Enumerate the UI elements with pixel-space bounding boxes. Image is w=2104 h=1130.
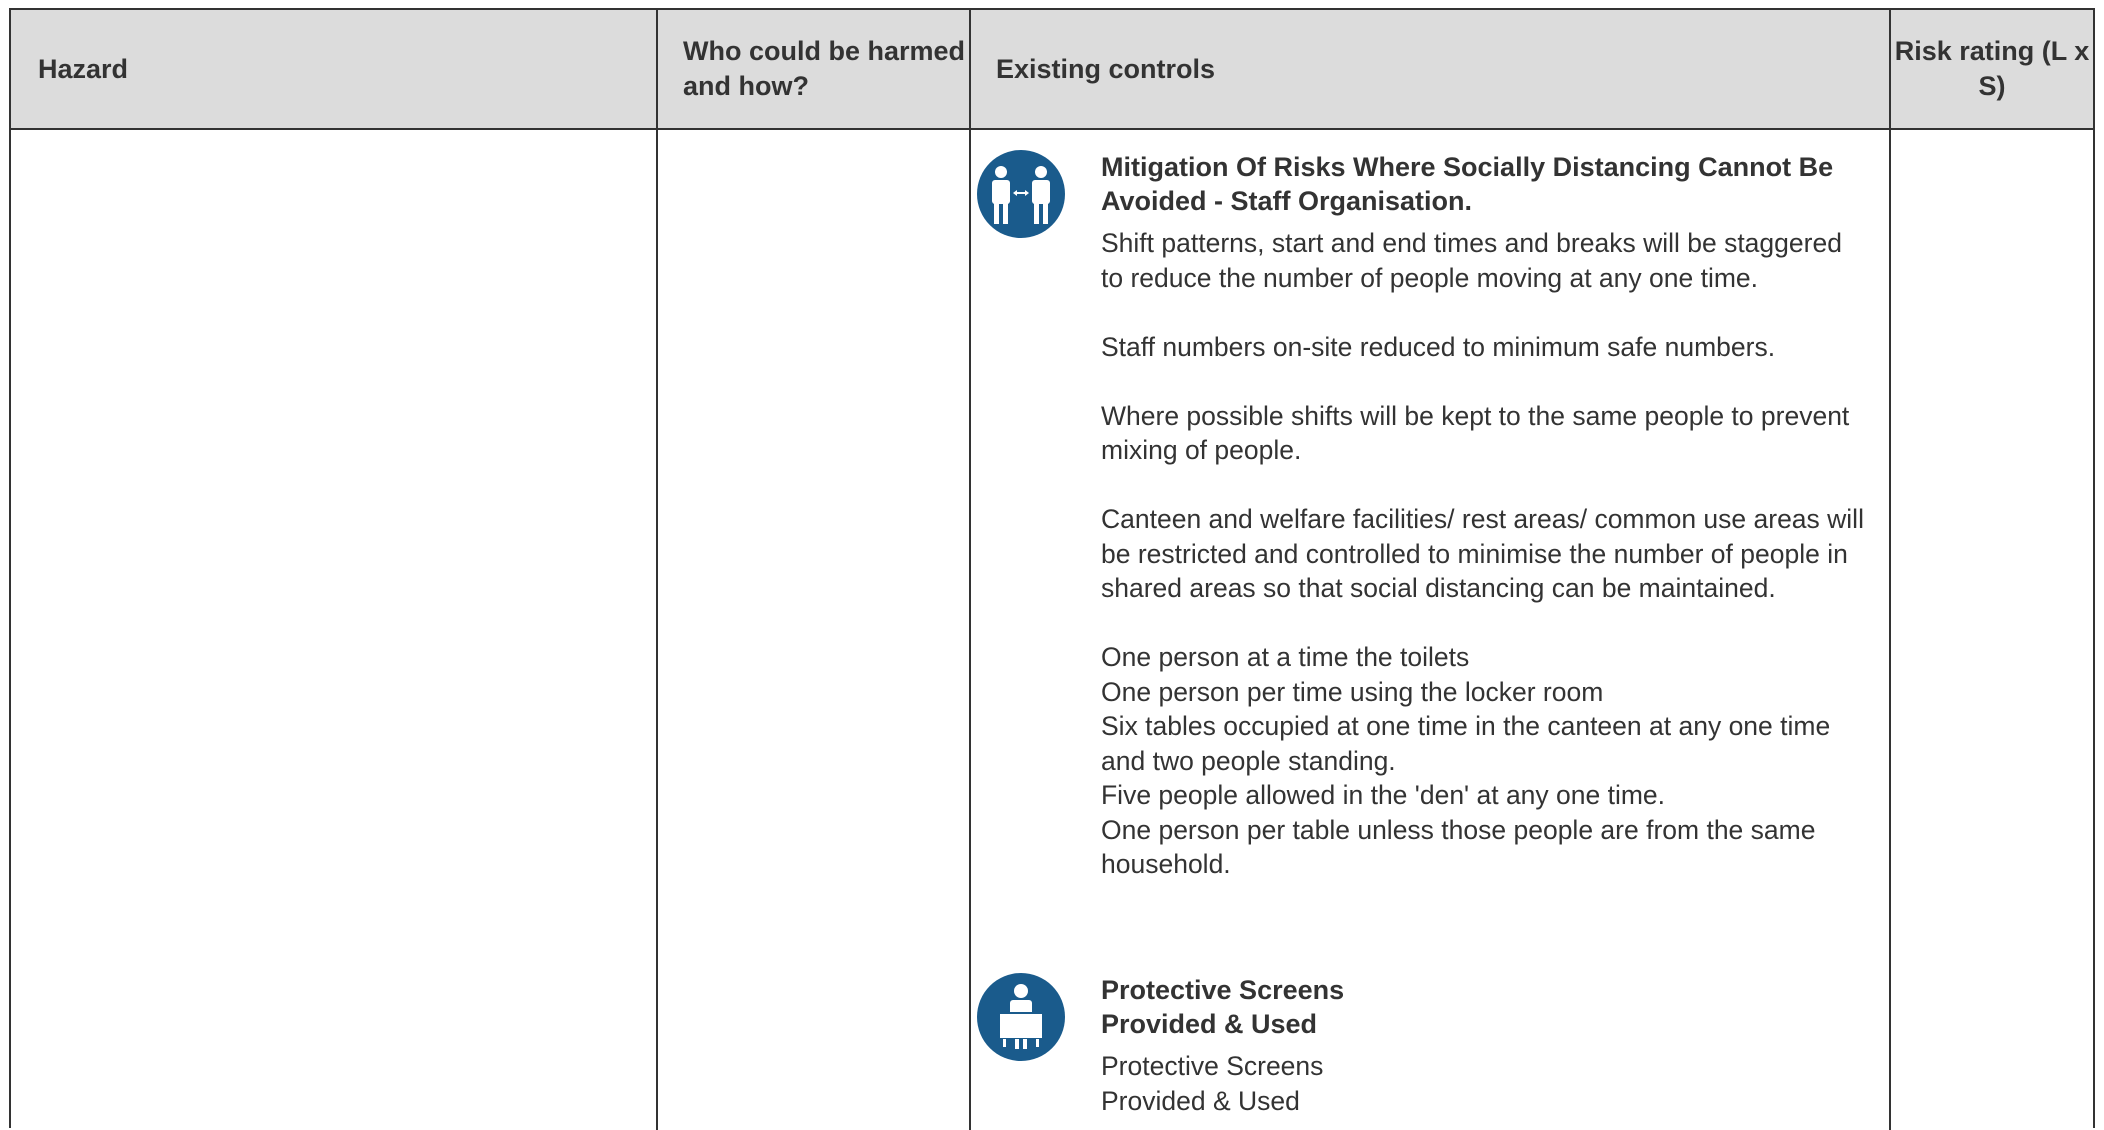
control-title-line: Provided & Used [1101, 1009, 1318, 1039]
control-line: Provided & Used [1101, 1085, 1300, 1116]
control-line: Six tables occupied at one time in the c… [1101, 711, 1831, 776]
control-paragraph: Staff numbers on-site reduced to minimum… [1101, 331, 1776, 362]
control-paragraph: Shift patterns, start and end times and … [1101, 228, 1842, 293]
control-text: Protective Screens Provided & Used Prote… [1101, 973, 1871, 1118]
control-title: Protective Screens Provided & Used [1101, 973, 1871, 1041]
control-line: One person at a time the toilets [1101, 642, 1470, 672]
column-divider [656, 10, 658, 1130]
column-divider [1889, 10, 1891, 1130]
table-header-row: Hazard Who could be harmed and how? Exis… [11, 10, 2093, 130]
social-distancing-icon [977, 150, 1065, 238]
control-paragraph: Where possible shifts will be kept to th… [1101, 400, 1850, 466]
header-risk-rating: Risk rating (L x S) [1894, 36, 2090, 101]
control-line: Protective Screens [1101, 1051, 1324, 1081]
control-title: Mitigation Of Risks Where Socially Dista… [1101, 152, 1834, 216]
control-title-line: Protective Screens [1101, 975, 1345, 1005]
header-existing-controls: Existing controls [996, 53, 1216, 84]
column-divider [969, 10, 971, 1130]
header-hazard: Hazard [38, 53, 129, 84]
control-line: One person per table unless those people… [1101, 814, 1816, 880]
control-line: One person per time using the locker roo… [1101, 676, 1604, 707]
control-text: Mitigation Of Risks Where Socially Dista… [1101, 150, 1871, 882]
control-paragraph: Canteen and welfare facilities/ rest are… [1101, 504, 1864, 603]
header-who-could-be-harmed: Who could be harmed and how? [683, 36, 966, 101]
risk-assessment-table: Hazard Who could be harmed and how? Exis… [9, 8, 2095, 1130]
protective-screen-icon [977, 973, 1065, 1061]
control-line: Five people allowed in the 'den' at any … [1101, 780, 1666, 810]
